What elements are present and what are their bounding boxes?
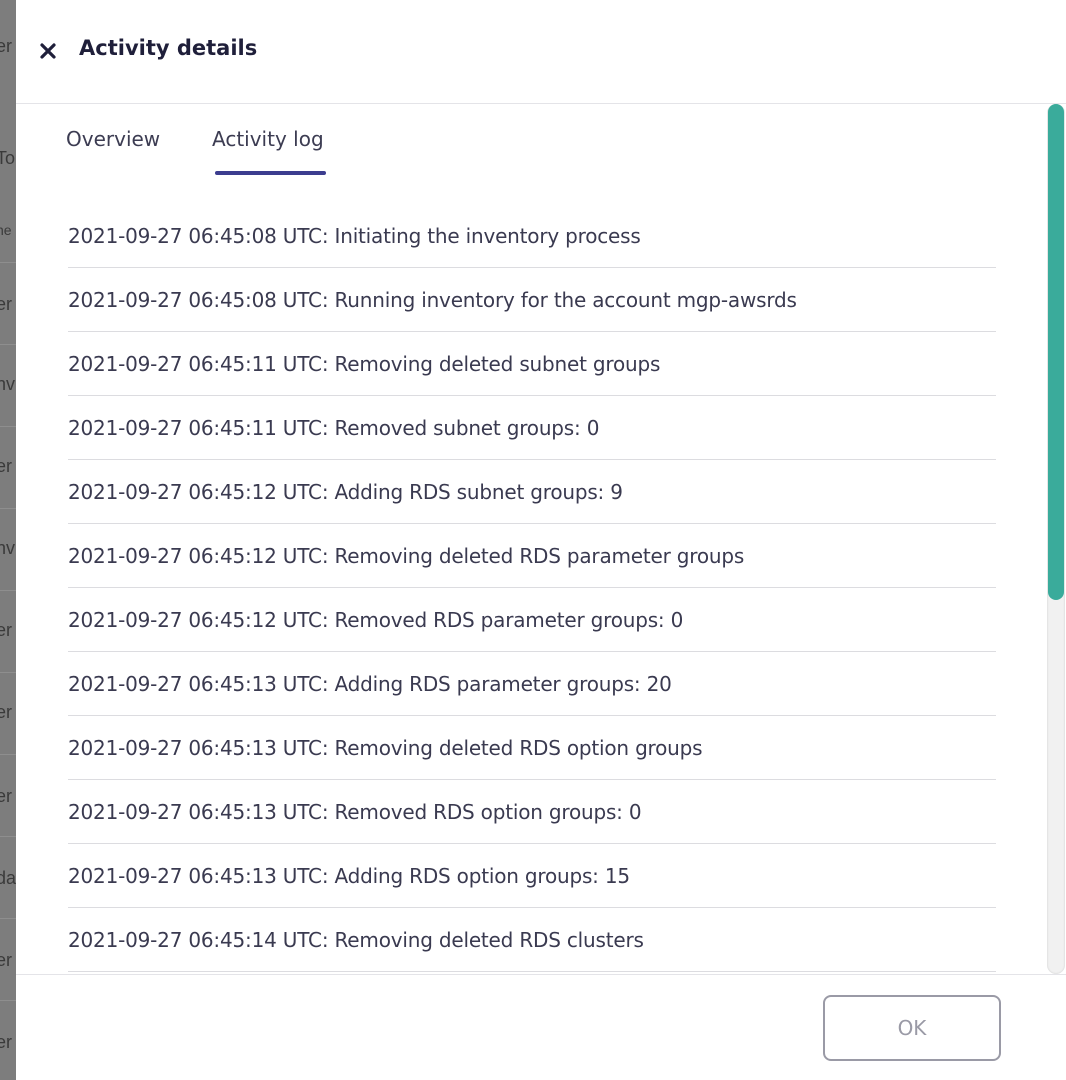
- background-text-fragment: er: [0, 294, 13, 314]
- scrollbar-track[interactable]: [1047, 104, 1065, 974]
- activity-details-drawer: Activity details Overview Activity log 2…: [16, 0, 1066, 1080]
- background-text-fragment: nv: [0, 538, 16, 558]
- log-entry: 2021-09-27 06:45:08 UTC: Running invento…: [68, 268, 996, 332]
- background-text-fragment: To: [0, 148, 16, 168]
- log-entry: 2021-09-27 06:45:13 UTC: Removing delete…: [68, 716, 996, 780]
- log-entry: 2021-09-27 06:45:13 UTC: Adding RDS para…: [68, 652, 996, 716]
- log-entry: 2021-09-27 06:45:14 UTC: Removing delete…: [68, 908, 996, 972]
- background-text-fragment: er: [0, 36, 13, 56]
- background-text-fragment: er: [0, 1032, 13, 1052]
- log-entry: 2021-09-27 06:45:12 UTC: Removing delete…: [68, 524, 996, 588]
- background-text-fragment: er: [0, 620, 13, 640]
- tab-activity-log[interactable]: Activity log: [212, 127, 324, 151]
- log-entry: 2021-09-27 06:45:08 UTC: Initiating the …: [68, 204, 996, 268]
- background-text-fragment: er: [0, 702, 13, 722]
- drawer-header: Activity details: [16, 0, 1066, 104]
- close-icon: [40, 43, 56, 59]
- log-entry: 2021-09-27 06:45:12 UTC: Adding RDS subn…: [68, 460, 996, 524]
- drawer-title: Activity details: [79, 36, 258, 60]
- background-text-fragment: er: [0, 950, 13, 970]
- ok-button[interactable]: OK: [823, 995, 1001, 1061]
- background-page: er To ne er nv er nv er er er da er er: [0, 0, 16, 1080]
- log-entry: 2021-09-27 06:45:12 UTC: Removed RDS par…: [68, 588, 996, 652]
- background-text-fragment: nv: [0, 374, 16, 394]
- background-text-fragment: er: [0, 786, 13, 806]
- activity-log-panel: 2021-09-27 06:45:08 UTC: Initiating the …: [68, 204, 996, 974]
- close-button[interactable]: [36, 38, 60, 64]
- log-entry: 2021-09-27 06:45:11 UTC: Removing delete…: [68, 332, 996, 396]
- activity-log-list: 2021-09-27 06:45:08 UTC: Initiating the …: [68, 204, 996, 972]
- scrollbar-thumb[interactable]: [1048, 104, 1064, 600]
- background-text-fragment: ne: [0, 222, 12, 238]
- active-tab-indicator: [215, 171, 326, 175]
- log-entry: 2021-09-27 06:45:13 UTC: Adding RDS opti…: [68, 844, 996, 908]
- tab-overview[interactable]: Overview: [66, 127, 160, 151]
- drawer-footer: OK: [16, 974, 1066, 1080]
- log-entry: 2021-09-27 06:45:13 UTC: Removed RDS opt…: [68, 780, 996, 844]
- background-text-fragment: er: [0, 456, 13, 476]
- log-entry: 2021-09-27 06:45:11 UTC: Removed subnet …: [68, 396, 996, 460]
- background-text-fragment: da: [0, 868, 16, 888]
